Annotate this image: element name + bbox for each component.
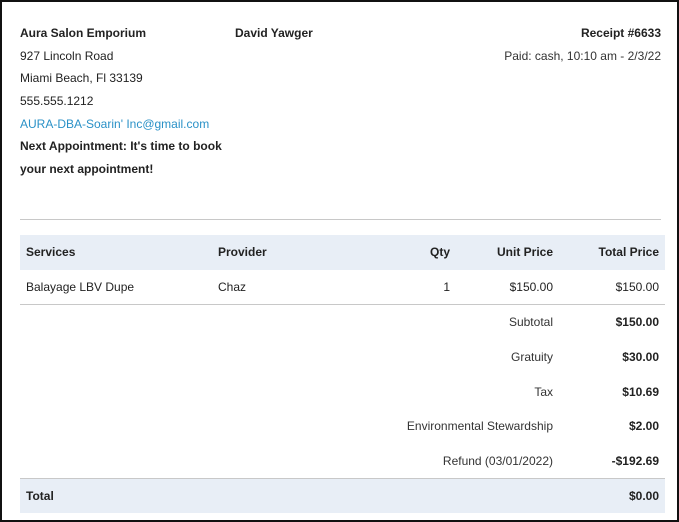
total-value: $0.00 — [559, 478, 665, 514]
client-name: David Yawger — [235, 26, 313, 40]
qty-cell: 1 — [348, 269, 456, 306]
summary-label: Subtotal — [508, 315, 553, 330]
receipt-table: Services Provider Qty Unit Price Total P… — [20, 235, 665, 514]
payment-info: Paid: cash, 10:10 am - 2/3/22 — [504, 48, 661, 63]
summary-row-environmental: Environmental Stewardship $2.00 — [20, 409, 665, 444]
business-address-line2: Miami Beach, Fl 33139 — [20, 71, 143, 86]
provider-cell: Chaz — [212, 269, 348, 306]
business-address-line1: 927 Lincoln Road — [20, 48, 114, 63]
summary-label: Refund (03/01/2022) — [442, 453, 553, 468]
summary-row-gratuity: Gratuity $30.00 — [20, 339, 665, 374]
business-phone: 555.555.1212 — [20, 94, 94, 109]
total-label: Total — [20, 478, 559, 514]
summary-label: Gratuity — [510, 349, 553, 364]
summary-row-refund: Refund (03/01/2022) -$192.69 — [20, 444, 665, 479]
receipt-info: Receipt #6633 Paid: cash, 10:10 am - 2/3… — [504, 22, 661, 67]
summary-value: $2.00 — [628, 419, 659, 434]
total-row: Total $0.00 — [20, 478, 665, 514]
summary-row-tax: Tax $10.69 — [20, 374, 665, 409]
service-cell: Balayage LBV Dupe — [20, 269, 212, 306]
column-header-unit-price: Unit Price — [456, 235, 559, 270]
business-email-link[interactable]: AURA-DBA-Soarin' Inc@gmail.com — [20, 113, 230, 136]
total-price-cell: $150.00 — [559, 269, 665, 306]
unit-price-cell: $150.00 — [456, 269, 559, 306]
header-divider — [20, 219, 661, 220]
column-header-provider: Provider — [212, 235, 348, 270]
summary-value: $150.00 — [615, 315, 659, 330]
summary-label: Tax — [534, 384, 553, 399]
summary-value: $30.00 — [622, 349, 659, 364]
summary-value: $10.69 — [622, 384, 659, 399]
receipt-window: Aura Salon Emporium 927 Lincoln Road Mia… — [0, 0, 679, 522]
column-header-services: Services — [20, 235, 212, 270]
summary-value: -$192.69 — [611, 453, 659, 468]
receipt-number: Receipt #6633 — [580, 26, 661, 40]
table-row: Balayage LBV Dupe Chaz 1 $150.00 $150.00 — [20, 269, 665, 306]
business-name: Aura Salon Emporium — [20, 26, 147, 40]
column-header-total-price: Total Price — [559, 235, 665, 270]
summary-label: Environmental Stewardship — [406, 419, 553, 434]
business-info: Aura Salon Emporium 927 Lincoln Road Mia… — [20, 22, 230, 181]
receipt-header: Aura Salon Emporium 927 Lincoln Road Mia… — [20, 22, 661, 192]
table-header-row: Services Provider Qty Unit Price Total P… — [20, 235, 665, 270]
next-appointment-text: Next Appointment: It's time to book your… — [20, 139, 222, 177]
summary-row-subtotal: Subtotal $150.00 — [20, 305, 665, 340]
column-header-qty: Qty — [348, 235, 456, 270]
